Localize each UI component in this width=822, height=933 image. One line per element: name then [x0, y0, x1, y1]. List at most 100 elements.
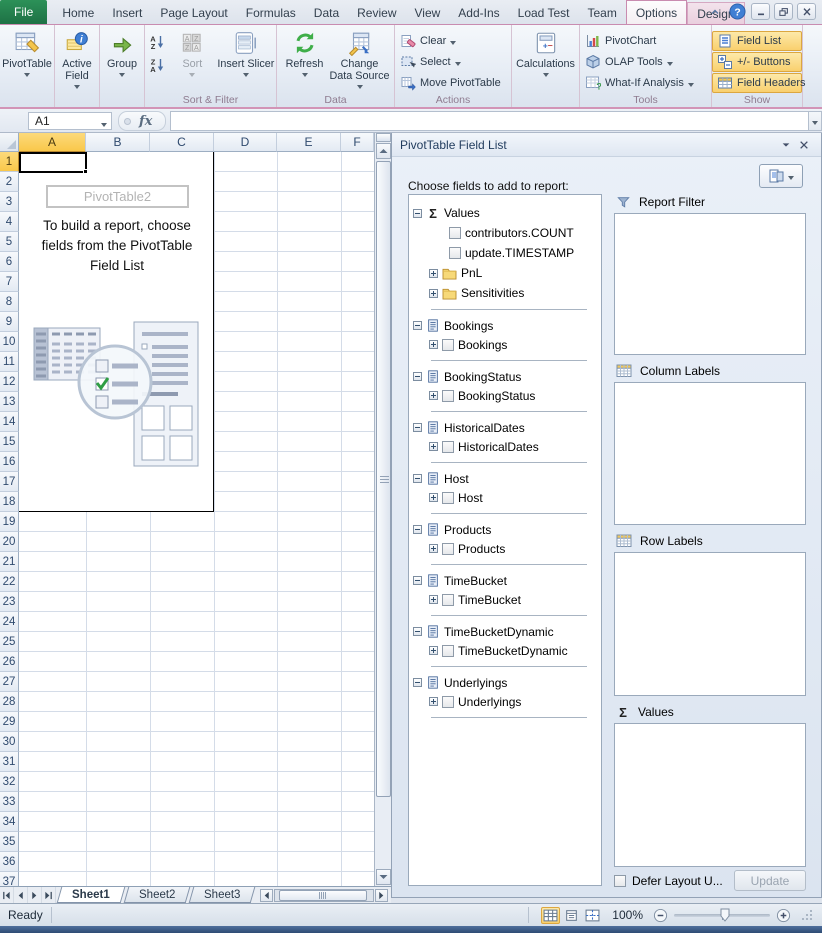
select-all-corner[interactable] — [0, 133, 19, 152]
field-checkbox[interactable] — [442, 543, 454, 555]
column-header-f[interactable]: F — [341, 133, 374, 152]
expand-icon[interactable] — [429, 289, 438, 298]
row-header-26[interactable]: 26 — [0, 652, 19, 672]
fill-handle[interactable] — [83, 169, 88, 174]
collapse-icon[interactable] — [413, 576, 422, 585]
column-header-e[interactable]: E — [277, 133, 341, 152]
expand-icon[interactable] — [429, 269, 438, 278]
vertical-scrollbar-thumb[interactable] — [376, 161, 391, 797]
row-header-6[interactable]: 6 — [0, 252, 19, 272]
field-checkbox[interactable] — [442, 390, 454, 402]
sheet-tab-sheet1[interactable]: Sheet1 — [57, 887, 125, 903]
column-header-a[interactable]: A — [19, 133, 86, 152]
tab-formulas[interactable]: Formulas — [237, 2, 305, 24]
help-button[interactable]: ? — [728, 3, 747, 20]
column-header-b[interactable]: B — [86, 133, 150, 152]
olap-tools-button[interactable]: OLAP Tools — [580, 52, 711, 72]
collapse-ribbon-button[interactable] — [705, 3, 724, 20]
tab-file[interactable]: File — [0, 0, 47, 24]
insert-slicer-button[interactable]: Insert Slicer — [216, 28, 276, 92]
name-box[interactable]: A1 — [28, 112, 112, 130]
first-sheet-button[interactable] — [0, 887, 14, 903]
tree-field-update-timestamp[interactable]: update.TIMESTAMP — [409, 243, 601, 263]
field-checkbox[interactable] — [442, 492, 454, 504]
row-header-25[interactable]: 25 — [0, 632, 19, 652]
tree-dimension-bookings[interactable]: Bookings — [409, 316, 601, 335]
row-header-20[interactable]: 20 — [0, 532, 19, 552]
tree-hierarchy-underlyings[interactable]: Underlyings — [409, 692, 601, 711]
tree-dimension-bookingstatus[interactable]: BookingStatus — [409, 367, 601, 386]
tab-scrollbar-thumb[interactable] — [279, 890, 367, 901]
last-sheet-button[interactable] — [42, 887, 56, 903]
field-headers-button[interactable]: Field Headers — [712, 73, 802, 93]
row-header-27[interactable]: 27 — [0, 672, 19, 692]
tree-dimension-historicaldates[interactable]: HistoricalDates — [409, 418, 601, 437]
zoom-slider[interactable] — [674, 914, 770, 917]
tree-hierarchy-bookings[interactable]: Bookings — [409, 335, 601, 354]
row-header-32[interactable]: 32 — [0, 772, 19, 792]
restore-button[interactable] — [774, 3, 793, 20]
close-button[interactable] — [797, 3, 816, 20]
previous-sheet-button[interactable] — [14, 887, 28, 903]
collapse-icon[interactable] — [413, 474, 422, 483]
vertical-scrollbar[interactable] — [374, 133, 391, 886]
sheet-tab-sheet2[interactable]: Sheet2 — [123, 887, 190, 903]
area-dropzone-report-filter[interactable] — [614, 213, 806, 355]
tab-add-ins[interactable]: Add-Ins — [449, 2, 508, 24]
collapse-icon[interactable] — [413, 627, 422, 636]
tree-folder-pnl[interactable]: PnL — [409, 263, 601, 283]
move-pivottable-button[interactable]: Move PivotTable — [395, 73, 511, 93]
sheet-tab-sheet3[interactable]: Sheet3 — [189, 887, 256, 903]
tree-hierarchy-historicaldates[interactable]: HistoricalDates — [409, 437, 601, 456]
minimize-button[interactable] — [751, 3, 770, 20]
row-header-7[interactable]: 7 — [0, 272, 19, 292]
expand-icon[interactable] — [429, 340, 438, 349]
row-header-28[interactable]: 28 — [0, 692, 19, 712]
tab-data[interactable]: Data — [305, 2, 348, 24]
row-header-1[interactable]: 1 — [0, 152, 19, 172]
formula-input[interactable] — [170, 111, 808, 131]
row-header-16[interactable]: 16 — [0, 452, 19, 472]
row-header-35[interactable]: 35 — [0, 832, 19, 852]
expand-icon[interactable] — [429, 442, 438, 451]
row-header-10[interactable]: 10 — [0, 332, 19, 352]
tree-dimension-timebucket[interactable]: TimeBucket — [409, 571, 601, 590]
field-list-button[interactable]: Field List — [712, 31, 802, 51]
tree-hierarchy-host[interactable]: Host — [409, 488, 601, 507]
clear-button[interactable]: Clear — [395, 31, 511, 51]
row-header-17[interactable]: 17 — [0, 472, 19, 492]
area-dropzone-column-labels[interactable] — [614, 382, 806, 525]
row-header-36[interactable]: 36 — [0, 852, 19, 872]
view-normal-button[interactable] — [541, 907, 560, 924]
zoom-slider-thumb[interactable] — [720, 908, 730, 925]
name-box-dropdown-icon[interactable] — [101, 123, 107, 127]
tab-options[interactable]: Options — [626, 0, 687, 24]
scrollbar-split-handle[interactable] — [376, 133, 391, 142]
row-header-37[interactable]: 37 — [0, 872, 19, 886]
field-checkbox[interactable] — [442, 339, 454, 351]
tab-home[interactable]: Home — [53, 2, 103, 24]
tree-dimension-products[interactable]: Products — [409, 520, 601, 539]
change-data-source-button[interactable]: Change Data Source — [329, 28, 391, 92]
expand-icon[interactable] — [429, 544, 438, 553]
pivottable-button[interactable]: PivotTable — [0, 28, 54, 92]
collapse-icon[interactable] — [413, 525, 422, 534]
field-checkbox[interactable] — [442, 645, 454, 657]
pivotchart-button[interactable]: PivotChart — [580, 31, 711, 51]
collapse-icon[interactable] — [413, 372, 422, 381]
tree-hierarchy-products[interactable]: Products — [409, 539, 601, 558]
next-sheet-button[interactable] — [28, 887, 42, 903]
scroll-down-button[interactable] — [376, 869, 391, 885]
collapse-icon[interactable] — [413, 423, 422, 432]
calculations-button[interactable]: +−Calculations — [512, 28, 579, 92]
pane-close-icon[interactable] — [795, 137, 813, 153]
refresh-button[interactable]: Refresh — [281, 28, 329, 92]
sort-a-to-z-button[interactable]: AZ — [147, 32, 167, 52]
field-checkbox[interactable] — [442, 594, 454, 606]
row-header-2[interactable]: 2 — [0, 172, 19, 192]
tree-dimension-timebucketdynamic[interactable]: TimeBucketDynamic — [409, 622, 601, 641]
row-header-24[interactable]: 24 — [0, 612, 19, 632]
tree-hierarchy-bookingstatus[interactable]: BookingStatus — [409, 386, 601, 405]
tab-insert[interactable]: Insert — [103, 2, 151, 24]
select-button[interactable]: Select — [395, 52, 511, 72]
